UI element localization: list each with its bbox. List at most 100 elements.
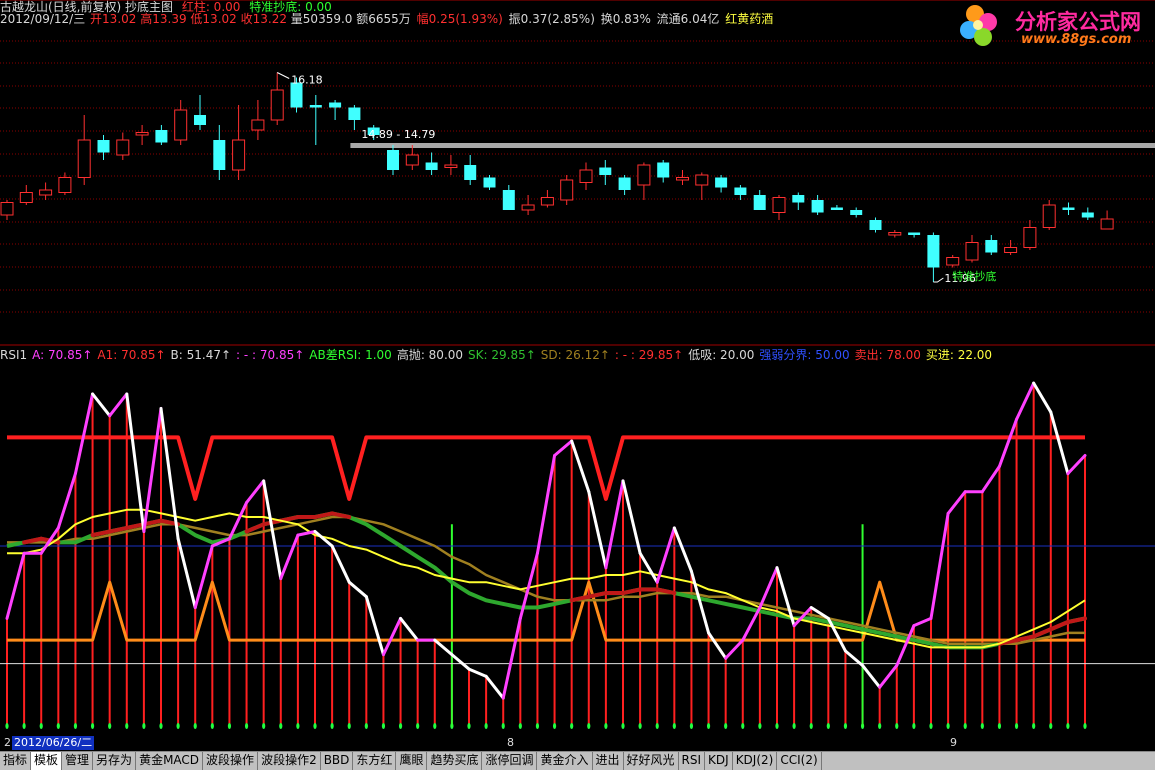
price-header-line2: 2012/09/12/三 开13.02 高13.39 低13.02 收13.22… (0, 13, 778, 26)
rsi-bar-dot (381, 723, 386, 729)
lower-band-line (7, 580, 1085, 642)
a-line-segment (638, 551, 659, 584)
tab-黄金介入[interactable]: 黄金介入 (537, 752, 593, 770)
candle-body (116, 139, 130, 156)
tab-东方红[interactable]: 东方红 (353, 752, 397, 770)
tab-趋势买底[interactable]: 趋势买底 (427, 752, 483, 770)
tab-指标[interactable]: 指标 (0, 752, 32, 770)
tab-鹰眼[interactable]: 鹰眼 (396, 752, 428, 770)
tab-KDJ[interactable]: KDJ (705, 752, 733, 770)
a-line-segment (724, 638, 745, 660)
tab-另存为[interactable]: 另存为 (93, 752, 137, 770)
candle-body (908, 232, 921, 235)
rsi-header-item: 低吸: 20.00 (688, 348, 755, 362)
a-line-segment (707, 631, 728, 660)
candle-body (329, 102, 342, 108)
a-line-segment (861, 663, 882, 689)
candle-body (155, 130, 168, 143)
rsi-bar-dot (604, 723, 608, 729)
high-price-pointer (276, 72, 290, 79)
tab-管理[interactable]: 管理 (62, 752, 94, 770)
rsi-bar-dot (210, 723, 214, 729)
indicator-tab-bar: 指标 模板 管理 另存为 黄金MACD 波段操作 波段操作2 BBD 东方红 鹰眼 趋势买底 涨停回调… (0, 751, 1155, 770)
rsi-bar-dot (638, 723, 642, 729)
rsi-bar-dot (56, 723, 60, 729)
float-value: 流通6.04亿 (656, 12, 720, 26)
a-line-segment (997, 417, 1019, 468)
candle-body (772, 197, 786, 213)
a-line-segment (689, 569, 711, 635)
date-axis-start-prefix: 2 (4, 736, 11, 749)
candle-body (676, 177, 689, 181)
high-value: 高13.39 (140, 12, 187, 26)
rsi-header-item: RSI1 (0, 348, 28, 362)
tab-波段操作[interactable]: 波段操作 (203, 752, 259, 770)
rsi-bar-dot (775, 723, 779, 729)
rsi-bar-dot (193, 723, 197, 729)
rsi-bar-dot (1066, 723, 1070, 729)
main-chart[interactable]: 16.18 14.89 - 14.79 11.96 特准抄底 (0, 0, 1155, 736)
logo-url: www.88gs.com (1021, 32, 1132, 47)
rsi-bar-dot (535, 723, 540, 729)
tab-进出[interactable]: 进出 (593, 752, 624, 770)
candle-body (444, 164, 458, 168)
tab-KDJ(2)[interactable]: KDJ(2) (733, 752, 778, 770)
candle-body (521, 204, 535, 211)
rsi-bar-dot (125, 723, 129, 729)
a-line-segment (193, 544, 214, 610)
sk-up-segment (621, 587, 643, 596)
a-line-segment (553, 439, 574, 457)
rsi-header-item: B: 51.47↑ (170, 348, 232, 362)
candle-body (1004, 247, 1018, 253)
candle-body (348, 107, 361, 120)
a-line-segment (450, 653, 471, 671)
tab-CCI(2)[interactable]: CCI(2) (777, 752, 822, 770)
rsi-bar-dot (672, 723, 676, 729)
rsi-bar-dot (706, 723, 711, 729)
candle-body (232, 139, 246, 171)
sk-up-segment (1031, 627, 1053, 639)
candle-body (792, 195, 805, 203)
rsi-bar-dot (244, 723, 249, 729)
candle-body (19, 192, 33, 203)
price-annotations: 16.18 14.89 - 14.79 11.96 特准抄底 (276, 72, 996, 285)
tab-涨停回调[interactable]: 涨停回调 (482, 752, 538, 770)
a-line-segment (672, 526, 693, 573)
rsi-bar-dot (792, 723, 796, 729)
candle-body (946, 257, 960, 266)
tab-模板[interactable]: 模板 (31, 752, 63, 770)
rsi-bar-dot (689, 723, 694, 729)
tab-BBD[interactable]: BBD (321, 752, 354, 770)
candle-body (1042, 204, 1056, 228)
a-line-segment (399, 616, 420, 642)
rsi-header-item: : - : 29.85↑ (614, 348, 684, 362)
tab-好好风光[interactable]: 好好风光 (624, 752, 679, 770)
candle-body (483, 177, 496, 188)
tab-RSI[interactable]: RSI (679, 752, 706, 770)
tab-波段操作2[interactable]: 波段操作2 (258, 752, 321, 770)
rsi-bar-dot (963, 723, 967, 729)
sk-up-segment (278, 515, 300, 523)
volume-value: 量50359.0 (290, 12, 353, 26)
a-line-segment (56, 472, 77, 530)
candle-body (734, 187, 747, 195)
candle-body (965, 242, 979, 261)
rsi-bar-dot (347, 723, 351, 729)
a-line-segment (330, 544, 351, 584)
rsi-bar-dot (809, 723, 813, 729)
candle-body (850, 210, 863, 215)
candle-body (425, 162, 438, 170)
open-value: 开13.02 (90, 12, 137, 26)
rsi-bar-dot (1049, 723, 1053, 729)
bar-date: 2012/09/12/三 (0, 12, 86, 26)
tab-黄金MACD[interactable]: 黄金MACD (136, 752, 204, 770)
sk-up-segment (244, 522, 266, 534)
resistance-bar (350, 143, 1155, 148)
rsi-bar-dot (108, 723, 112, 729)
rsi-header-item: A1: 70.85↑ (97, 348, 166, 362)
a-line-segment (655, 526, 676, 584)
a-line-segment (108, 392, 129, 418)
a-line-segment (245, 479, 266, 505)
candle-body (387, 150, 399, 170)
sk-up-segment (1065, 616, 1087, 625)
